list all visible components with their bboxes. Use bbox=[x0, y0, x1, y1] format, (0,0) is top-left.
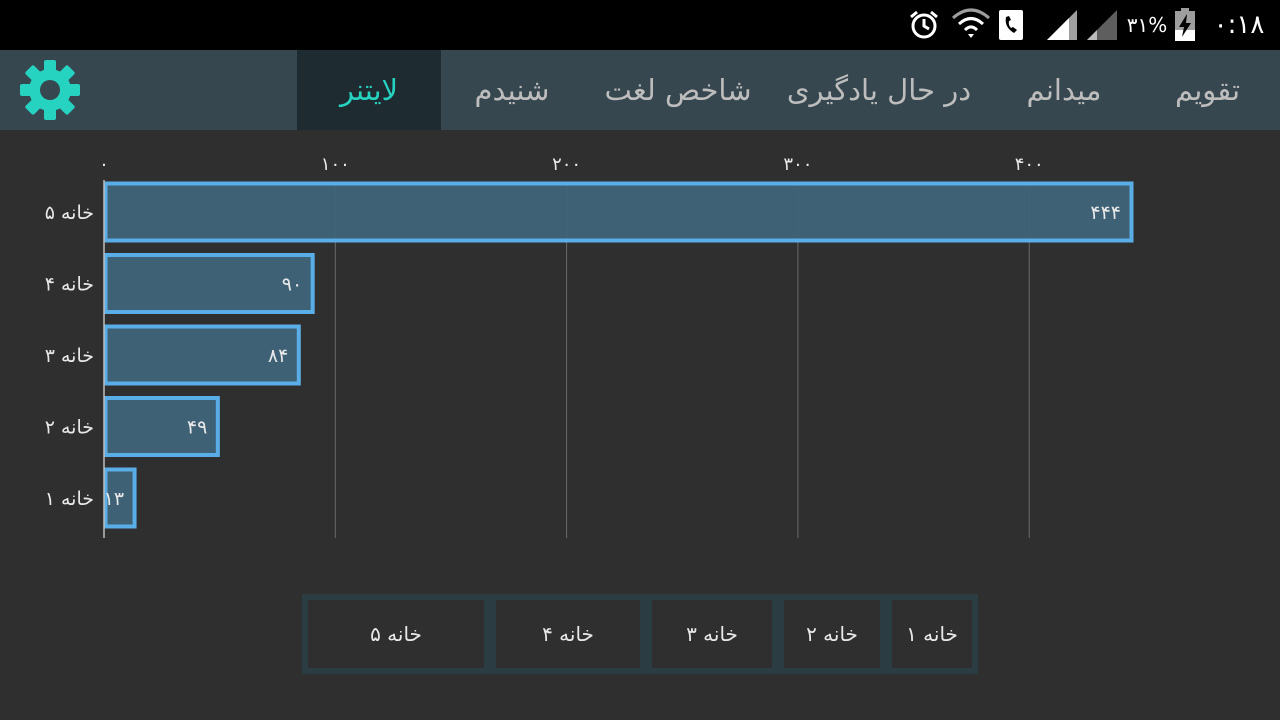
tab-known[interactable]: میدانم bbox=[1000, 50, 1128, 130]
tab-calendar[interactable]: تقویم bbox=[1150, 50, 1265, 130]
tab-word-index[interactable]: شاخص لغت bbox=[588, 50, 768, 130]
x-tick-label: ۴٠٠ bbox=[1015, 154, 1044, 175]
bar-value-label: ۹۰ bbox=[282, 274, 302, 296]
bar[interactable] bbox=[103, 181, 1134, 243]
bar-value-label: ۸۴ bbox=[268, 345, 288, 367]
signal-icon bbox=[1084, 0, 1120, 50]
clock: ٠:١٨ bbox=[1213, 10, 1265, 40]
tab-learning[interactable]: در حال یادگیری bbox=[772, 50, 986, 130]
legend-item-box-5[interactable]: خانه ۵ bbox=[308, 600, 484, 668]
battery-charging-icon bbox=[1172, 0, 1198, 50]
battery-percent: ٣١% bbox=[1126, 13, 1168, 37]
bar-value-label: ۴۴۴ bbox=[1090, 202, 1121, 224]
legend-item-box-4[interactable]: خانه ۴ bbox=[496, 600, 640, 668]
y-category-label: خانه ۳ bbox=[45, 345, 94, 367]
x-tick-label: ٢٠٠ bbox=[552, 154, 581, 175]
y-category-label: خانه ۵ bbox=[45, 202, 94, 224]
bar-value-label: ۱۳ bbox=[104, 488, 124, 510]
legend-item-box-1[interactable]: خانه ۱ bbox=[892, 600, 972, 668]
wifi-icon bbox=[950, 0, 992, 50]
legend-item-box-3[interactable]: خانه ۳ bbox=[652, 600, 772, 668]
alarm-icon bbox=[906, 0, 942, 50]
gear-icon[interactable] bbox=[18, 58, 82, 122]
bar-chart: ٠ ١٠٠ ٢٠٠ ٣٠٠ ۴٠٠ ۴۴۴ خانه ۵ ۹۰ خانه ۴ ۸۴ خانه ۳ ۴۹… bbox=[45, 154, 1134, 538]
x-tick-label: ٣٠٠ bbox=[783, 154, 812, 175]
tab-leitner[interactable]: لایتنر bbox=[297, 50, 441, 130]
chart-legend: خانه ۵ خانه ۴ خانه ۳ خانه ۲ خانه ۱ bbox=[302, 594, 978, 674]
phone-icon bbox=[996, 0, 1026, 50]
legend-item-box-2[interactable]: خانه ۲ bbox=[784, 600, 880, 668]
tab-heard[interactable]: شنیدم bbox=[448, 50, 576, 130]
x-tick-label: ١٠٠ bbox=[321, 154, 350, 175]
tab-bar: تقویم میدانم در حال یادگیری شاخص لغت شنی… bbox=[0, 50, 1280, 130]
signal-icon bbox=[1044, 0, 1080, 50]
status-bar: ٣١% ٠:١٨ bbox=[0, 0, 1280, 50]
x-tick-label: ٠ bbox=[99, 154, 109, 175]
bar-value-label: ۴۹ bbox=[187, 417, 207, 439]
y-category-label: خانه ۴ bbox=[45, 274, 94, 296]
y-category-label: خانه ۲ bbox=[45, 417, 94, 439]
y-category-label: خانه ۱ bbox=[45, 488, 94, 510]
